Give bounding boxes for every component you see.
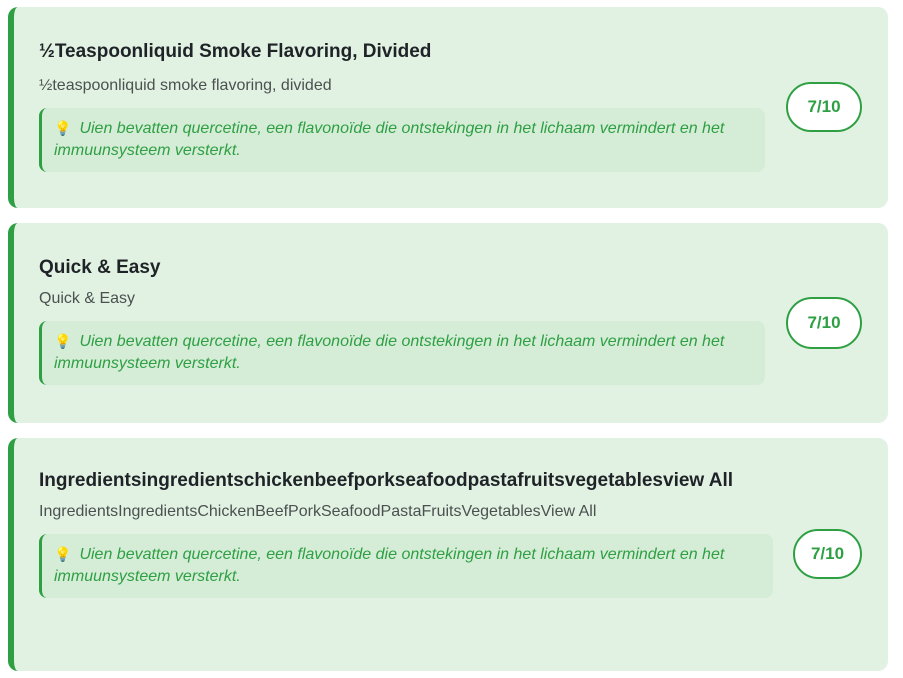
list-item[interactable]: Ingredientsingredientschickenbeefporksea… bbox=[8, 438, 888, 671]
tip-text: Uien bevatten quercetine, een flavonoïde… bbox=[54, 546, 725, 585]
card-subtitle: ½teaspoonliquid smoke flavoring, divided bbox=[39, 77, 332, 94]
list-item[interactable]: Quick & Easy Quick & Easy 💡 Uien bevatten… bbox=[8, 223, 888, 423]
card-content: Quick & Easy Quick & Easy 💡 Uien bevatten… bbox=[39, 251, 765, 385]
card-subtitle: IngredientsIngredientsChickenBeefPorkSea… bbox=[39, 503, 597, 520]
card-title: ½Teaspoonliquid Smoke Flavoring, Divided bbox=[39, 41, 432, 62]
card-title: Quick & Easy bbox=[39, 257, 161, 278]
score-badge[interactable]: 7/10 bbox=[786, 82, 862, 132]
tip-text: Uien bevatten quercetine, een flavonoïde… bbox=[54, 120, 725, 159]
list-item[interactable]: ½Teaspoonliquid Smoke Flavoring, Divided… bbox=[8, 7, 888, 208]
tip-box: 💡 Uien bevatten quercetine, een flavonoïd… bbox=[39, 108, 765, 172]
card-subtitle: Quick & Easy bbox=[39, 290, 136, 307]
tip-box: 💡 Uien bevatten quercetine, een flavonoïd… bbox=[39, 534, 773, 598]
lightbulb-icon: 💡 bbox=[54, 333, 72, 349]
card-content: Ingredientsingredientschickenbeefporksea… bbox=[39, 464, 775, 598]
tip-text: Uien bevatten quercetine, een flavonoïde… bbox=[54, 333, 725, 372]
card-title: Ingredientsingredientschickenbeefporksea… bbox=[39, 470, 734, 491]
ingredient-list: ½Teaspoonliquid Smoke Flavoring, Divided… bbox=[0, 0, 903, 678]
lightbulb-icon: 💡 bbox=[54, 120, 72, 136]
score-badge[interactable]: 7/10 bbox=[793, 529, 862, 579]
lightbulb-icon: 💡 bbox=[54, 546, 72, 562]
card-content: ½Teaspoonliquid Smoke Flavoring, Divided… bbox=[39, 35, 765, 172]
tip-box: 💡 Uien bevatten quercetine, een flavonoïd… bbox=[39, 321, 765, 385]
score-badge[interactable]: 7/10 bbox=[786, 297, 862, 349]
